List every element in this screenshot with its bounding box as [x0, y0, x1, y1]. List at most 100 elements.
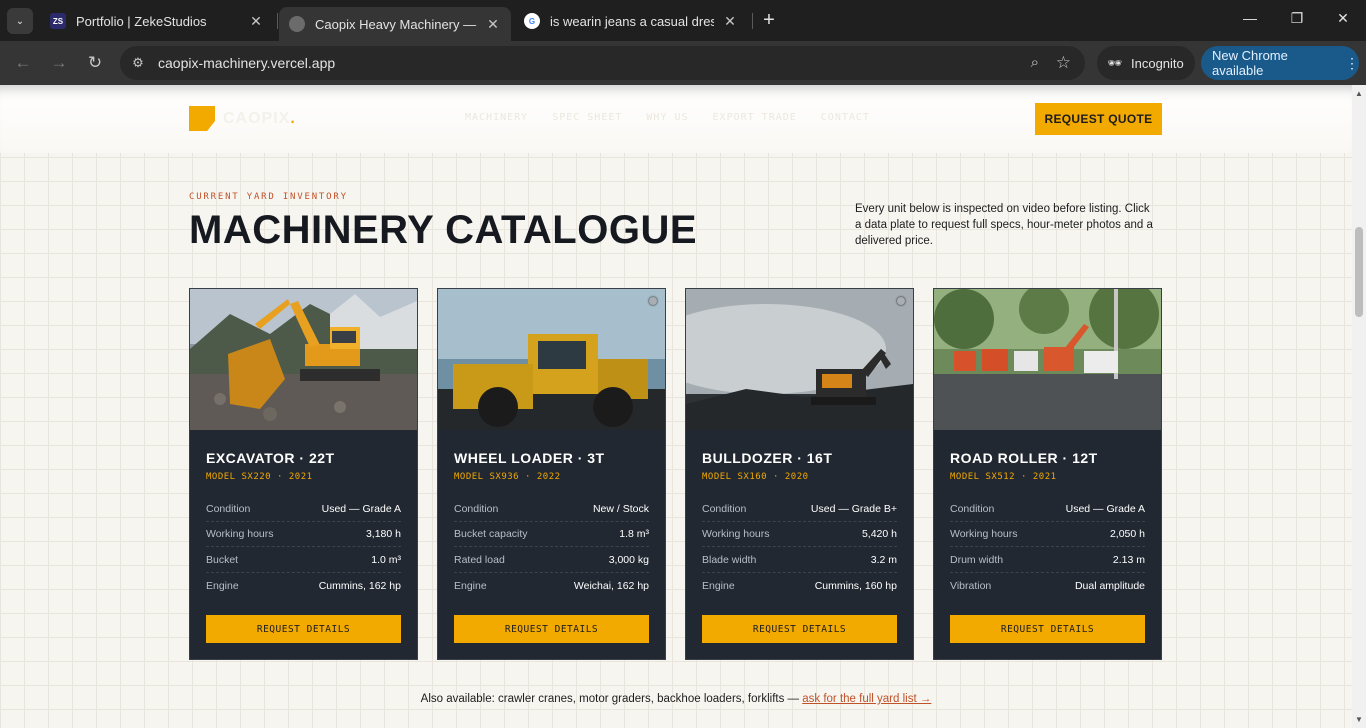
browser-toolbar: ← → ↻ ⚙ caopix-machinery.vercel.app ⌕ ☆ … [0, 41, 1366, 85]
restore-icon[interactable]: ❐ [1287, 10, 1307, 27]
request-details-button[interactable]: REQUEST DETAILS [206, 615, 401, 643]
zoom-icon[interactable]: ⌕ [1031, 54, 1039, 71]
spec-row: Engine Cummins, 160 hp [702, 573, 897, 598]
page-viewport: CAOPIX. MACHINERY SPEC SHEET WHY US EXPO… [0, 85, 1352, 728]
spec-row: Engine Weichai, 162 hp [454, 573, 649, 598]
spec-value: 3.2 m [870, 554, 897, 566]
full-yard-list-link[interactable]: ask for the full yard list → [802, 693, 931, 705]
close-tab-icon[interactable]: ✕ [485, 16, 501, 33]
browser-tab-strip: ⌄ ZS Portfolio | ZekeStudios ✕ Caopix He… [0, 0, 1366, 41]
request-details-button[interactable]: REQUEST DETAILS [950, 615, 1145, 643]
intro-text: Every unit below is inspected on video b… [855, 203, 1153, 247]
address-bar[interactable]: ⚙ caopix-machinery.vercel.app ⌕ ☆ [120, 46, 1085, 80]
spec-value: Used — Grade A [321, 503, 401, 515]
card-model: MODEL SX220 · 2021 [206, 472, 313, 482]
spec-label: Bucket capacity [454, 528, 528, 540]
machine-card-excavator[interactable]: EXCAVATOR · 22T MODEL SX220 · 2021 Condi… [189, 288, 418, 660]
spec-label: Drum width [950, 554, 1004, 566]
bulldozer-photo [686, 289, 913, 430]
site-header: CAOPIX. MACHINERY SPEC SHEET WHY US EXPO… [0, 85, 1352, 153]
spec-label: Engine [702, 579, 735, 592]
scrollbar-thumb[interactable] [1355, 227, 1363, 317]
bookmark-star-icon[interactable]: ☆ [1056, 53, 1071, 73]
back-arrow-icon[interactable]: ← [13, 53, 33, 73]
tab-caopix[interactable]: Caopix Heavy Machinery — Cor ✕ [279, 7, 511, 41]
card-title: WHEEL LOADER · 3T [454, 450, 605, 466]
spec-value: Used — Grade B+ [810, 503, 897, 515]
incognito-button[interactable]: 🕶 Incognito [1097, 46, 1195, 80]
forward-arrow-icon[interactable]: → [49, 53, 69, 73]
scroll-up-arrow-icon[interactable]: ▲ [1355, 89, 1363, 98]
close-window-icon[interactable]: ✕ [1333, 10, 1353, 27]
incognito-icon: 🕶 [1107, 56, 1123, 70]
status-indicator-dot [897, 297, 905, 305]
site-logo[interactable]: CAOPIX. [189, 106, 295, 131]
machine-card-road-roller[interactable]: ROAD ROLLER · 12T MODEL SX512 · 2021 Con… [933, 288, 1162, 660]
tab-portfolio[interactable]: ZS Portfolio | ZekeStudios ✕ [40, 7, 274, 35]
nav-link-why-us[interactable]: WHY US [646, 112, 688, 123]
request-quote-button[interactable]: REQUEST QUOTE [1035, 103, 1162, 135]
spec-row: Condition Used — Grade B+ [702, 497, 897, 522]
also-available-note: Also available: crawler cranes, motor gr… [0, 693, 1352, 705]
spec-row: Drum width 2.13 m [950, 548, 1145, 573]
nav-link-export-trade[interactable]: EXPORT TRADE [713, 112, 797, 123]
card-title: BULLDOZER · 16T [702, 450, 833, 466]
request-details-button[interactable]: REQUEST DETAILS [702, 615, 897, 643]
card-model: MODEL SX936 · 2022 [454, 472, 561, 482]
spec-label: Condition [702, 503, 747, 515]
minimize-icon[interactable]: — [1240, 10, 1260, 26]
logo-mark-icon [189, 106, 215, 131]
reload-icon[interactable]: ↻ [85, 53, 105, 73]
spec-row: Vibration Dual amplitude [950, 573, 1145, 598]
status-indicator-dot [649, 297, 657, 305]
menu-dots-icon[interactable]: ⋮ [1345, 55, 1359, 72]
excavator-photo [190, 289, 417, 430]
tab-search-chevron-icon[interactable]: ⌄ [7, 8, 33, 34]
page-scrollbar[interactable]: ▲ ▼ [1352, 85, 1366, 728]
spec-label: Working hours [950, 528, 1018, 540]
spec-label: Blade width [702, 554, 757, 566]
spec-value: Dual amplitude [1074, 579, 1145, 592]
tab-title: is wearin jeans a casual dressing [550, 13, 714, 29]
close-tab-icon[interactable]: ✕ [248, 13, 264, 30]
card-title: ROAD ROLLER · 12T [950, 450, 1098, 466]
card-model: MODEL SX160 · 2020 [702, 472, 809, 482]
tab-google-search[interactable]: G is wearin jeans a casual dressing ✕ [514, 7, 748, 35]
spec-value: 2,050 h [1109, 528, 1145, 540]
nav-link-contact[interactable]: CONTACT [821, 112, 870, 123]
zekestudios-favicon-icon: ZS [50, 13, 66, 29]
tab-title: Caopix Heavy Machinery — Cor [315, 16, 477, 32]
spec-value: Weichai, 162 hp [573, 579, 649, 592]
spec-value: Cummins, 162 hp [318, 579, 401, 592]
site-nav-links: MACHINERY SPEC SHEET WHY US EXPORT TRADE… [465, 112, 870, 123]
nav-link-machinery[interactable]: MACHINERY [465, 112, 528, 123]
machine-card-wheel-loader[interactable]: WHEEL LOADER · 3T MODEL SX936 · 2022 Con… [437, 288, 666, 660]
scroll-down-arrow-icon[interactable]: ▼ [1355, 715, 1363, 724]
spec-value: 5,420 h [861, 528, 897, 540]
spec-value: 1.0 m³ [371, 554, 401, 566]
spec-value: New / Stock [592, 503, 649, 515]
spec-label: Working hours [702, 528, 770, 540]
card-title: EXCAVATOR · 22T [206, 450, 335, 466]
spec-row: Condition New / Stock [454, 497, 649, 522]
site-info-icon[interactable]: ⚙ [130, 55, 146, 71]
spec-label: Working hours [206, 528, 274, 540]
spec-value: Cummins, 160 hp [814, 579, 897, 592]
incognito-label: Incognito [1131, 55, 1184, 71]
spec-row: Rated load 3,000 kg [454, 548, 649, 573]
spec-value: Used — Grade A [1065, 503, 1145, 515]
close-tab-icon[interactable]: ✕ [722, 13, 738, 30]
update-chrome-button[interactable]: New Chrome available ⋮ [1201, 46, 1359, 80]
machine-card-bulldozer[interactable]: BULLDOZER · 16T MODEL SX160 · 2020 Condi… [685, 288, 914, 660]
tab-divider [277, 13, 278, 29]
wheel-loader-photo [438, 289, 665, 430]
section-eyebrow: CURRENT YARD INVENTORY [189, 192, 348, 202]
request-details-button[interactable]: REQUEST DETAILS [454, 615, 649, 643]
new-tab-plus-icon[interactable]: + [759, 9, 779, 31]
nav-link-spec-sheet[interactable]: SPEC SHEET [552, 112, 622, 123]
globe-favicon-icon [289, 16, 305, 32]
also-available-text: Also available: crawler cranes, motor gr… [420, 693, 803, 705]
spec-row: Bucket 1.0 m³ [206, 548, 401, 573]
spec-row: Working hours 5,420 h [702, 522, 897, 547]
spec-row: Working hours 3,180 h [206, 522, 401, 547]
